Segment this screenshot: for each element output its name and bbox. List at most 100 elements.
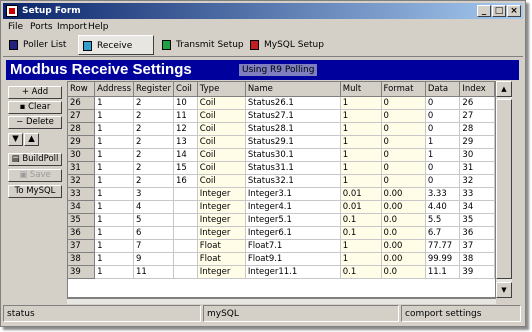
column-header-row[interactable]: Row [68, 82, 96, 97]
cell-data[interactable]: 0 [425, 161, 461, 175]
cell-format[interactable]: 0 [381, 174, 426, 188]
cell-data[interactable]: 3.33 [425, 187, 461, 201]
column-header-type[interactable]: Type [197, 82, 246, 97]
cell-format[interactable]: 0 [381, 109, 426, 123]
cell-data[interactable]: 5.5 [425, 213, 461, 227]
cell-data[interactable]: 0 [425, 174, 461, 188]
cell-coil[interactable] [173, 239, 198, 253]
cell-data[interactable]: 11.1 [425, 265, 461, 279]
menu-file[interactable]: File [8, 20, 23, 34]
table-row[interactable]: 39 1 11 Integer Integer11.1 0.1 0.0 11.1 39 [68, 265, 495, 279]
cell-mult[interactable]: 0.01 [340, 187, 382, 201]
column-header-mult[interactable]: Mult [340, 82, 382, 97]
maximize-button[interactable]: □ [492, 5, 506, 17]
column-header-coil[interactable]: Coil [173, 82, 198, 97]
cell-data[interactable]: 99.99 [425, 252, 461, 266]
cell-type[interactable]: Coil [197, 161, 246, 175]
cell-data[interactable]: 0 [425, 109, 461, 123]
to-mysql-button[interactable]: To MySQL [8, 185, 62, 198]
save-button[interactable]: ▣ Save [8, 169, 62, 182]
cell-coil[interactable] [173, 200, 198, 214]
cell-register[interactable]: 6 [133, 226, 175, 240]
cell-coil[interactable]: 11 [173, 109, 198, 123]
cell-name[interactable]: Float7.1 [245, 239, 341, 253]
cell-format[interactable]: 0 [381, 135, 426, 149]
cell-index[interactable]: 30 [459, 148, 495, 162]
cell-row[interactable]: 35 [68, 213, 96, 227]
cell-register[interactable]: 7 [133, 239, 175, 253]
cell-row[interactable]: 36 [68, 226, 96, 240]
cell-address[interactable]: 1 [94, 96, 135, 110]
cell-name[interactable]: Status28.1 [245, 122, 341, 136]
cell-type[interactable]: Coil [197, 148, 246, 162]
cell-name[interactable]: Status27.1 [245, 109, 341, 123]
cell-name[interactable]: Integer5.1 [245, 213, 341, 227]
cell-row[interactable]: 26 [68, 96, 96, 110]
cell-type[interactable]: Coil [197, 96, 246, 110]
mysql-setup-button[interactable]: MySQL Setup [246, 35, 326, 55]
cell-format[interactable]: 0.0 [381, 226, 426, 240]
cell-type[interactable]: Integer [197, 265, 246, 279]
cell-format[interactable]: 0.00 [381, 200, 426, 214]
buildpoll-button[interactable]: ▤ BuildPoll [8, 153, 62, 166]
cell-type[interactable]: Coil [197, 122, 246, 136]
cell-name[interactable]: Status29.1 [245, 135, 341, 149]
cell-data[interactable]: 0 [425, 96, 461, 110]
cell-register[interactable]: 2 [133, 161, 175, 175]
cell-index[interactable]: 39 [459, 265, 495, 279]
close-button[interactable]: × [507, 5, 521, 17]
cell-type[interactable]: Coil [197, 109, 246, 123]
cell-index[interactable]: 27 [459, 109, 495, 123]
cell-name[interactable]: Status31.1 [245, 161, 341, 175]
scroll-up-button[interactable]: ▲ [496, 81, 512, 97]
cell-mult[interactable]: 1 [340, 135, 382, 149]
title-bar[interactable]: Setup Form _ □ × [3, 3, 523, 19]
cell-row[interactable]: 28 [68, 122, 96, 136]
scroll-down-button[interactable]: ▼ [496, 282, 512, 298]
cell-index[interactable]: 31 [459, 161, 495, 175]
cell-register[interactable]: 2 [133, 122, 175, 136]
cell-address[interactable]: 1 [94, 122, 135, 136]
cell-row[interactable]: 33 [68, 187, 96, 201]
receive-settings-table[interactable]: Row Address Register Coil Type Name Mult Format… [67, 81, 496, 298]
cell-address[interactable]: 1 [94, 174, 135, 188]
column-header-data[interactable]: Data [425, 82, 461, 97]
cell-data[interactable]: 1 [425, 135, 461, 149]
cell-address[interactable]: 1 [94, 252, 135, 266]
cell-type[interactable]: Float [197, 239, 246, 253]
table-row[interactable]: 30 1 2 14 Coil Status30.1 1 0 1 30 [68, 148, 495, 162]
cell-type[interactable]: Float [197, 252, 246, 266]
cell-address[interactable]: 1 [94, 265, 135, 279]
cell-data[interactable]: 1 [425, 148, 461, 162]
cell-mult[interactable]: 1 [340, 174, 382, 188]
cell-mult[interactable]: 1 [340, 252, 382, 266]
poller-list-button[interactable]: Poller List [5, 35, 77, 55]
cell-register[interactable]: 9 [133, 252, 175, 266]
horizontal-scrollbar[interactable] [67, 298, 496, 304]
cell-row[interactable]: 32 [68, 174, 96, 188]
cell-name[interactable]: Float9.1 [245, 252, 341, 266]
cell-coil[interactable]: 15 [173, 161, 198, 175]
cell-address[interactable]: 1 [94, 148, 135, 162]
table-row[interactable]: 37 1 7 Float Float7.1 1 0.00 77.77 37 [68, 239, 495, 253]
cell-register[interactable]: 11 [133, 265, 175, 279]
cell-data[interactable]: 0 [425, 122, 461, 136]
receive-setup-button[interactable]: Receive Setup [78, 35, 154, 71]
cell-index[interactable]: 29 [459, 135, 495, 149]
cell-data[interactable]: 4.40 [425, 200, 461, 214]
cell-index[interactable]: 34 [459, 200, 495, 214]
cell-mult[interactable]: 1 [340, 148, 382, 162]
cell-coil[interactable] [173, 265, 198, 279]
cell-type[interactable]: Integer [197, 187, 246, 201]
cell-mult[interactable]: 1 [340, 96, 382, 110]
cell-mult[interactable]: 1 [340, 109, 382, 123]
cell-mult[interactable]: 0.1 [340, 213, 382, 227]
cell-coil[interactable] [173, 252, 198, 266]
cell-register[interactable]: 2 [133, 135, 175, 149]
cell-type[interactable]: Coil [197, 135, 246, 149]
cell-coil[interactable]: 16 [173, 174, 198, 188]
cell-index[interactable]: 38 [459, 252, 495, 266]
column-header-address[interactable]: Address [94, 82, 135, 97]
cell-mult[interactable]: 1 [340, 161, 382, 175]
delete-button[interactable]: − Delete [8, 116, 62, 129]
